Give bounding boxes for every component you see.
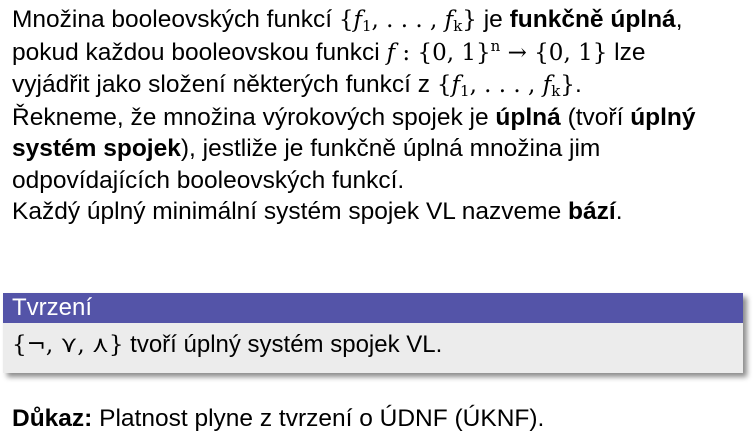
term-basis: bází — [568, 198, 616, 225]
function-signature-formula: f : {0, 1}n → {0, 1} — [386, 36, 608, 66]
definition-line-1: Množina booleovských funkcí {f1, . . . ,… — [12, 6, 683, 35]
term-complete-system-part1: úplný — [630, 103, 696, 131]
theorem-text: tvoří úplný systém spojek VL. — [123, 331, 443, 358]
definition-line-7: Každý úplný minimální systém spojek VL n… — [12, 198, 623, 225]
definition-line-2: pokud každou booleovskou funkci f : {0, … — [12, 36, 646, 66]
theorem-body: {¬, ⋎, ⋏} tvoří úplný systém spojek VL. — [3, 323, 743, 361]
proof-line: Důkaz: Platnost plyne z tvrzení o ÚDNF (… — [12, 403, 544, 434]
term-complete: úplná — [495, 103, 561, 131]
definition-line-5: systém spojek), jestliže je funkčně úpln… — [12, 135, 601, 162]
definition-line-4: Řekneme, že množina výrokových spojek je… — [12, 103, 696, 131]
connectives-set-formula: {¬, ⋎, ⋏} — [12, 332, 124, 358]
proof-text: Platnost plyne z tvrzení o ÚDNF (ÚKNF). — [92, 405, 545, 432]
definition-paragraph: Množina booleovských funkcí {f1, . . . ,… — [12, 4, 747, 228]
theorem-block: Tvrzení {¬, ⋎, ⋏} tvoří úplný systém spo… — [3, 293, 743, 373]
slide: Množina booleovských funkcí {f1, . . . ,… — [0, 0, 755, 443]
definition-line-3: vyjádřit jako složení některých funkcí z… — [12, 71, 582, 100]
term-functionally-complete: funkčně úplná — [509, 6, 676, 33]
term-complete-system-part2: systém spojek — [12, 135, 181, 162]
function-set-formula-2: {f1, . . . , fk} — [436, 72, 575, 100]
function-set-formula: {f1, . . . , fk} — [338, 7, 477, 35]
proof-label: Důkaz: — [12, 405, 93, 432]
theorem-title: Tvrzení — [3, 293, 743, 323]
definition-line-6: odpovídajících booleovských funkcí. — [12, 166, 405, 194]
text: Množina booleovských funkcí — [12, 6, 339, 33]
